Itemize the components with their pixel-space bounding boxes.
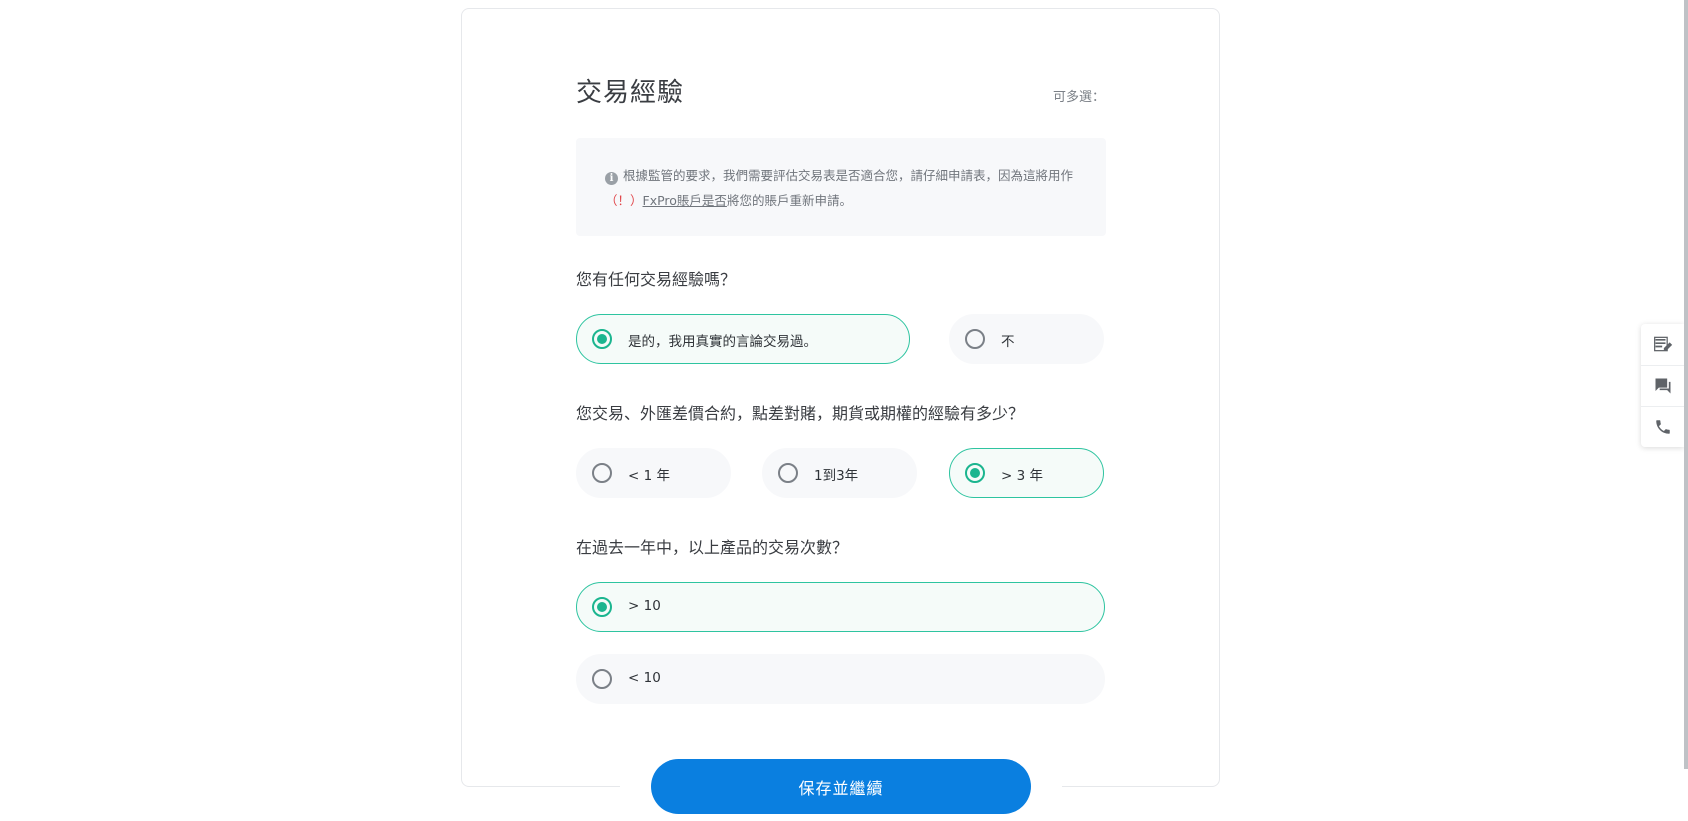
option-less-than-10[interactable]: < 10 bbox=[576, 654, 1105, 704]
chat-icon bbox=[1655, 378, 1670, 394]
phone-icon bbox=[1655, 420, 1670, 434]
question-trade-count: 在過去一年中，以上產品的交易次數？ bbox=[576, 538, 849, 557]
info-text-end: 將您的賬戶重新申請。 bbox=[726, 193, 852, 208]
option-label: 1到3年 bbox=[814, 468, 859, 484]
option-1-to-3-years[interactable]: 1到3年 bbox=[762, 448, 917, 498]
sidebar-item-phone[interactable] bbox=[1641, 406, 1684, 447]
radio-unchecked-icon[interactable] bbox=[965, 329, 985, 349]
radio-checked-icon[interactable] bbox=[592, 329, 612, 349]
radio-checked-icon[interactable] bbox=[592, 597, 612, 617]
option-more-than-10[interactable]: > 10 bbox=[576, 582, 1105, 632]
save-and-continue-button[interactable]: 保存並繼續 bbox=[651, 759, 1031, 814]
option-more-than-3-years[interactable]: > 3 年 bbox=[949, 448, 1104, 498]
floating-contact-bar bbox=[1641, 324, 1684, 447]
warning-mark: （！） bbox=[605, 193, 643, 208]
radio-unchecked-icon[interactable] bbox=[778, 463, 798, 483]
radio-unchecked-icon[interactable] bbox=[592, 669, 612, 689]
page-title: 交易經驗 bbox=[576, 78, 685, 108]
question-experience-length: 您交易、外匯差價合約，點差對賭，期貨或期權的經驗有多少？ bbox=[576, 404, 1025, 423]
option-less-than-1-year[interactable]: < 1 年 bbox=[576, 448, 731, 498]
option-label: 不 bbox=[1001, 334, 1015, 350]
option-no[interactable]: 不 bbox=[949, 314, 1104, 364]
edit-form-icon bbox=[1653, 336, 1672, 352]
fxpro-account-link[interactable]: FxPro賬戶是否 bbox=[643, 193, 727, 208]
option-label: > 3 年 bbox=[1001, 468, 1043, 484]
option-label: > 10 bbox=[628, 598, 661, 614]
info-notice: i 根據監管的要求，我們需要評估交易表是否適合您，請仔細申請表，因為這將用作 （！）… bbox=[576, 138, 1106, 236]
option-label: < 1 年 bbox=[628, 468, 670, 484]
radio-checked-icon[interactable] bbox=[965, 463, 985, 483]
sidebar-item-chat[interactable] bbox=[1641, 365, 1684, 406]
info-icon: i bbox=[605, 172, 618, 185]
radio-unchecked-icon[interactable] bbox=[592, 463, 612, 483]
option-label: 是的，我用真實的言論交易過。 bbox=[628, 334, 817, 350]
option-label: < 10 bbox=[628, 670, 661, 686]
question-trading-experience: 您有任何交易經驗嗎？ bbox=[576, 270, 737, 289]
info-text: 根據監管的要求，我們需要評估交易表是否適合您，請仔細申請表，因為這將用作 bbox=[623, 168, 1074, 183]
option-yes-real-trading[interactable]: 是的，我用真實的言論交易過。 bbox=[576, 314, 910, 364]
page-scrollbar[interactable] bbox=[1684, 0, 1688, 769]
sidebar-item-feedback[interactable] bbox=[1641, 324, 1684, 364]
multi-select-hint: 可多選： bbox=[1052, 90, 1105, 105]
